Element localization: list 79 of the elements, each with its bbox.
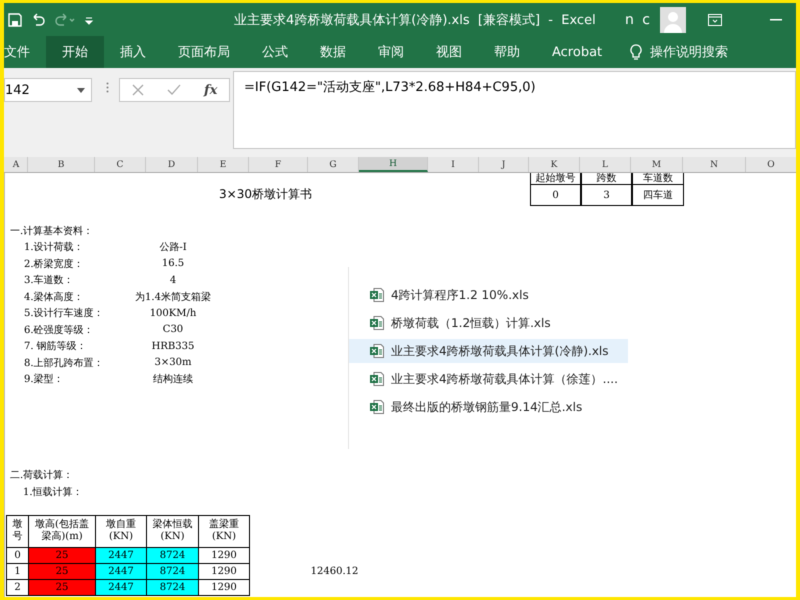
ribbon-tab[interactable]: 插入 (104, 36, 162, 68)
table-cell: 0 (6, 548, 29, 564)
column-header[interactable]: E (198, 157, 249, 172)
parameter-label: 5.设计行车速度： (23, 306, 105, 322)
window-title: 业主要求4跨桥墩荷载具体计算(冷静).xls [兼容模式] - Excel (233, 12, 597, 28)
parameter-value: 3×30m (154, 356, 192, 370)
table-cell: 2 (6, 580, 29, 596)
column-header[interactable]: J (479, 157, 529, 172)
table-header: 跨数 (581, 173, 632, 185)
table-cell: 8724 (147, 564, 199, 580)
parameter-label: 7. 钢筋等级： (23, 340, 88, 354)
column-header[interactable]: O (746, 157, 796, 172)
ribbon-tab[interactable]: 公式 (246, 36, 304, 68)
ribbon-tab[interactable]: Acrobat (536, 36, 618, 68)
table-header: 起始墩号 (530, 173, 581, 185)
parameter-value: 为1.4米简支箱梁 (134, 290, 212, 305)
name-box[interactable]: 142 (4, 78, 92, 102)
table-cell: 2447 (96, 548, 147, 564)
table-cell: 2447 (96, 580, 147, 596)
table-cell: 1 (6, 564, 29, 580)
column-header[interactable]: B (28, 157, 95, 172)
parameter-label: 8.上部孔跨布置： (23, 356, 105, 371)
parameter-label: 4.梁体高度： (23, 290, 85, 305)
recent-file-item[interactable]: 业主要求4跨桥墩荷载具体计算(冷静).xls (349, 339, 628, 363)
table-cell: 1290 (199, 580, 250, 596)
column-header[interactable]: C (95, 157, 146, 172)
table-cell: 25 (29, 564, 96, 580)
table-cell: 3 (581, 185, 632, 206)
ribbon-tab[interactable]: 审阅 (362, 36, 420, 68)
parameter-value: 4 (168, 274, 178, 288)
parameter-label: 9.梁型： (23, 372, 65, 388)
parameter-value: 公路-I (158, 241, 188, 256)
section-heading: 一.计算基本资料： (9, 224, 94, 238)
table-cell: 四车道 (632, 185, 684, 206)
user-name[interactable]: n c (624, 12, 652, 28)
insert-function-button[interactable]: fx (204, 82, 218, 98)
recent-file-item[interactable]: 桥墩荷载（1.2恒载）计算.xls (349, 311, 628, 335)
parameter-value: HRB335 (150, 340, 196, 354)
table-cell: 1290 (199, 564, 250, 580)
column-header[interactable]: N (683, 157, 746, 172)
tell-me-search[interactable]: 操作说明搜索 (650, 43, 728, 61)
parameter-label: 6.砼强度等级： (23, 324, 95, 338)
parameter-label: 2.桥梁宽度： (23, 258, 85, 272)
table-cell: 1290 (199, 548, 250, 564)
column-header[interactable]: I (428, 157, 479, 172)
section-heading: 二.荷载计算： (9, 468, 74, 483)
recent-file-item[interactable]: 4跨计算程序1.2 10%.xls (349, 283, 628, 307)
parameter-label: 1.设计荷载： (23, 240, 85, 256)
column-header[interactable]: K (529, 157, 580, 172)
column-header[interactable]: D (146, 157, 198, 172)
table-cell: 25 (29, 548, 96, 564)
table-cell-text: 12460.12 (310, 565, 360, 579)
formula-field[interactable]: =IF(G142="活动支座",L73*2.68+H84+C95,0) (233, 71, 796, 149)
column-header[interactable]: L (580, 157, 631, 172)
ribbon-tab[interactable]: 页面布局 (162, 36, 246, 68)
parameter-value: 16.5 (160, 257, 186, 272)
ribbon-tab[interactable]: 文件 (4, 36, 46, 68)
column-header[interactable]: M (631, 157, 683, 172)
parameter-value: C30 (162, 323, 184, 338)
ribbon-tab[interactable]: 开始 (46, 36, 104, 68)
table-cell: 8724 (147, 580, 199, 596)
parameter-label: 3.车道数： (23, 274, 75, 288)
column-header[interactable]: H (359, 157, 428, 172)
subsection-heading: 1.恒载计算： (22, 486, 84, 500)
column-header[interactable]: A (5, 157, 28, 172)
recent-file-item[interactable]: 最终出版的桥墩钢筋量9.14汇总.xls (349, 395, 628, 419)
parameter-value: 100KM/h (148, 306, 198, 321)
table-cell: 2447 (96, 564, 147, 580)
column-header[interactable]: F (249, 157, 308, 172)
sheet-title: 3×30桥墩计算书 (218, 186, 313, 203)
table-cell: 8724 (147, 548, 199, 564)
parameter-value: 结构连续 (152, 372, 194, 388)
recent-file-item[interactable]: 业主要求4跨桥墩荷载具体计算（徐莲）.... (349, 367, 628, 391)
table-cell: 25 (29, 580, 96, 596)
ribbon-tab[interactable]: 视图 (420, 36, 478, 68)
ribbon-tab[interactable]: 帮助 (478, 36, 536, 68)
ribbon-tab[interactable]: 数据 (304, 36, 362, 68)
table-header: 墩号 (6, 514, 29, 548)
table-cell: 0 (530, 185, 581, 206)
